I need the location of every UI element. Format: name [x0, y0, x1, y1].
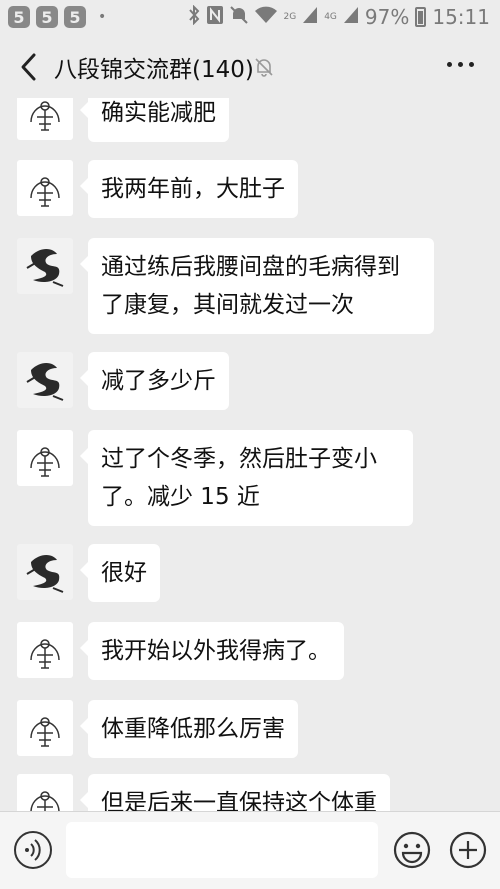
input-bar — [0, 811, 500, 889]
ring-avatar[interactable] — [17, 774, 73, 811]
message-bubble[interactable]: 通过练后我腰间盘的毛病得到了康复，其间就发过一次 — [80, 238, 434, 334]
message-bubble[interactable]: 过了个冬季，然后肚子变小了。减少 15 近 — [80, 430, 413, 526]
message-list[interactable]: 确实能减肥 我两年前，大肚子 通过练后我腰间盘的毛病得到了康复，其间就发过一次 … — [0, 98, 500, 811]
ring-avatar[interactable] — [17, 622, 73, 678]
more-options-icon[interactable] — [447, 62, 474, 67]
ink-avatar[interactable] — [17, 544, 73, 600]
signal-icon-1 — [302, 6, 318, 28]
message-bubble[interactable]: 减了多少斤 — [80, 352, 229, 410]
back-arrow-icon[interactable] — [18, 52, 40, 82]
message-input[interactable] — [66, 822, 378, 878]
ring-avatar[interactable] — [17, 160, 73, 216]
network-2g-label: 2G — [283, 11, 297, 22]
chat-header: 八段锦交流群(140) — [0, 36, 500, 98]
system-icons: 2G 4G 97% 15:11 — [188, 4, 490, 29]
bluetooth-icon — [188, 4, 200, 29]
more-notifications-dot: • — [98, 9, 107, 25]
notification-badge-1: 5 — [8, 6, 30, 28]
notification-icons: 5 5 5 • — [8, 6, 106, 28]
ring-avatar[interactable] — [17, 98, 73, 140]
notification-badge-2: 5 — [36, 6, 58, 28]
muted-bell-icon — [253, 56, 275, 78]
message-bubble[interactable]: 但是后来一直保持这个体重 — [80, 774, 390, 811]
clock: 15:11 — [432, 5, 490, 29]
message-bubble[interactable]: 体重降低那么厉害 — [80, 700, 298, 758]
message-bubble[interactable]: 我开始以外我得病了。 — [80, 622, 344, 680]
battery-percent: 97% — [364, 5, 410, 29]
mute-status-icon — [229, 5, 248, 29]
ink-avatar[interactable] — [17, 238, 73, 294]
ink-avatar[interactable] — [17, 352, 73, 408]
chat-title: 八段锦交流群(140) — [54, 57, 254, 83]
message-bubble[interactable]: 我两年前，大肚子 — [80, 160, 298, 218]
add-attachment-icon[interactable] — [448, 830, 488, 870]
ring-avatar[interactable] — [17, 430, 73, 486]
battery-icon — [415, 7, 427, 27]
notification-badge-3: 5 — [64, 6, 86, 28]
nfc-icon — [206, 5, 224, 29]
message-bubble[interactable]: 很好 — [80, 544, 160, 602]
wifi-icon — [254, 5, 278, 29]
ring-avatar[interactable] — [17, 700, 73, 756]
voice-input-icon[interactable] — [14, 831, 52, 869]
message-bubble[interactable]: 确实能减肥 — [80, 98, 229, 142]
signal-icon-2 — [343, 6, 359, 28]
network-4g-label: 4G — [324, 11, 337, 22]
status-bar: 5 5 5 • 2G 4G 97% 15:11 — [0, 0, 500, 36]
emoji-icon[interactable] — [392, 830, 432, 870]
